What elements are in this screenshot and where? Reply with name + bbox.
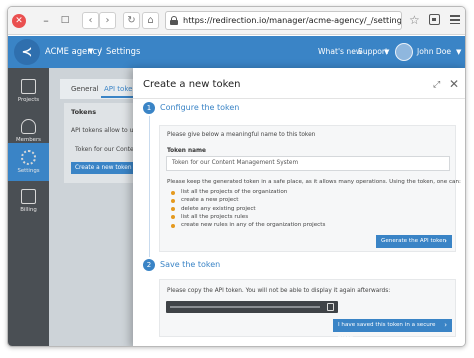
- panel-intro: Please give below a meaningful name to t…: [167, 132, 316, 138]
- browser-toolbar: ✕ – □ ‹ › ↻ ⌂ https://redirection.io/man…: [8, 7, 465, 35]
- forward-button[interactable]: ›: [99, 12, 116, 29]
- caret-down-icon[interactable]: ▼: [456, 48, 461, 56]
- projects-icon: [21, 79, 36, 94]
- token-name-label: Token name: [167, 148, 206, 154]
- tokens-title: Tokens: [71, 108, 97, 116]
- breadcrumb-separator: /: [99, 46, 102, 56]
- step-number: 2: [143, 259, 155, 271]
- caret-down-icon[interactable]: ▼: [384, 48, 389, 56]
- back-button[interactable]: ‹: [82, 12, 99, 29]
- divider: [133, 98, 465, 99]
- caret-down-icon[interactable]: ▼: [88, 47, 93, 55]
- sidebar-item-label: Projects: [17, 97, 40, 103]
- expand-icon[interactable]: ⤢: [433, 80, 440, 90]
- members-icon: [21, 119, 36, 134]
- list-item: list all the projects of the organizatio…: [171, 189, 325, 197]
- sidebar-item-projects[interactable]: Projects: [8, 72, 49, 112]
- tab-general[interactable]: General: [71, 85, 99, 93]
- sidebar-item-settings[interactable]: Settings: [8, 143, 49, 181]
- hamburger-menu-icon[interactable]: [450, 13, 460, 25]
- button-label: Generate the API token: [381, 238, 447, 244]
- extensions-icon[interactable]: [429, 14, 440, 25]
- list-item: Token for our Content: [75, 146, 140, 153]
- list-item: list all the projects rules: [171, 214, 325, 222]
- window-maximize-button[interactable]: □: [56, 11, 74, 29]
- lock-icon: [170, 16, 178, 25]
- close-icon[interactable]: ✕: [449, 77, 459, 91]
- masked-token: [170, 306, 320, 308]
- copy-icon[interactable]: [327, 303, 334, 311]
- token-name-input[interactable]: Token for our Content Management System: [166, 156, 450, 171]
- list-item: create new rules in any of the organizat…: [171, 222, 325, 230]
- organization-selector[interactable]: ACME agency: [45, 46, 102, 56]
- chevron-right-icon: ›: [444, 321, 447, 329]
- window-minimize-button[interactable]: –: [37, 11, 55, 29]
- bookmark-star-icon[interactable]: ☆: [409, 13, 420, 27]
- home-button[interactable]: ⌂: [142, 12, 159, 29]
- step-connector: [148, 116, 150, 257]
- tokens-description: API tokens allow to use: [71, 127, 141, 134]
- breadcrumb-settings[interactable]: Settings: [106, 46, 140, 56]
- window-close-button[interactable]: ✕: [12, 14, 26, 28]
- chevron-right-icon: ›: [444, 237, 447, 245]
- gear-icon: [21, 150, 36, 165]
- address-bar[interactable]: https://redirection.io/manager/acme-agen…: [165, 11, 402, 30]
- list-item: delete any existing project: [171, 206, 325, 214]
- sidebar-item-label: Settings: [17, 168, 40, 174]
- step-number: 1: [143, 102, 155, 114]
- permissions-intro: Please keep the generated token in a saf…: [167, 179, 461, 185]
- configure-token-panel: Please give below a meaningful name to t…: [159, 125, 461, 252]
- step-title: Configure the token: [160, 103, 240, 112]
- sidebar-item-billing[interactable]: Billing: [8, 182, 49, 222]
- app-header: ≺ ACME agency ▼ / Settings What's new Su…: [8, 36, 465, 68]
- user-menu[interactable]: John Doe: [417, 47, 451, 56]
- whats-new-link[interactable]: What's new: [318, 47, 362, 56]
- redirection-logo-icon[interactable]: ≺: [14, 39, 40, 65]
- billing-icon: [21, 189, 36, 204]
- panel-intro: Please copy the API token. You will not …: [167, 288, 391, 294]
- drawer-title: Create a new token: [143, 79, 241, 90]
- list-item: create a new project: [171, 197, 325, 205]
- create-token-button[interactable]: Create a new token: [71, 162, 133, 174]
- token-value-field[interactable]: [166, 301, 338, 313]
- url-text: https://redirection.io/manager/acme-agen…: [183, 15, 402, 25]
- reload-button[interactable]: ↻: [123, 12, 140, 29]
- button-label: I have saved this token in a secure plac…: [338, 322, 436, 341]
- step-title: Save the token: [160, 260, 221, 269]
- save-token-panel: Please copy the API token. You will not …: [159, 279, 456, 341]
- avatar[interactable]: [395, 43, 413, 61]
- generate-token-button[interactable]: Generate the API token ›: [376, 235, 452, 248]
- token-saved-button[interactable]: I have saved this token in a secure plac…: [333, 319, 452, 341]
- sidebar-item-label: Billing: [20, 207, 37, 213]
- permissions-list: list all the projects of the organizatio…: [171, 189, 325, 230]
- active-tab-indicator: [101, 96, 133, 98]
- create-token-drawer: Create a new token ⤢ ✕ 1 Configure the t…: [133, 68, 465, 346]
- browser-window: ✕ – □ ‹ › ↻ ⌂ https://redirection.io/man…: [7, 6, 466, 347]
- sidebar: Projects Members Settings Billing: [8, 68, 49, 346]
